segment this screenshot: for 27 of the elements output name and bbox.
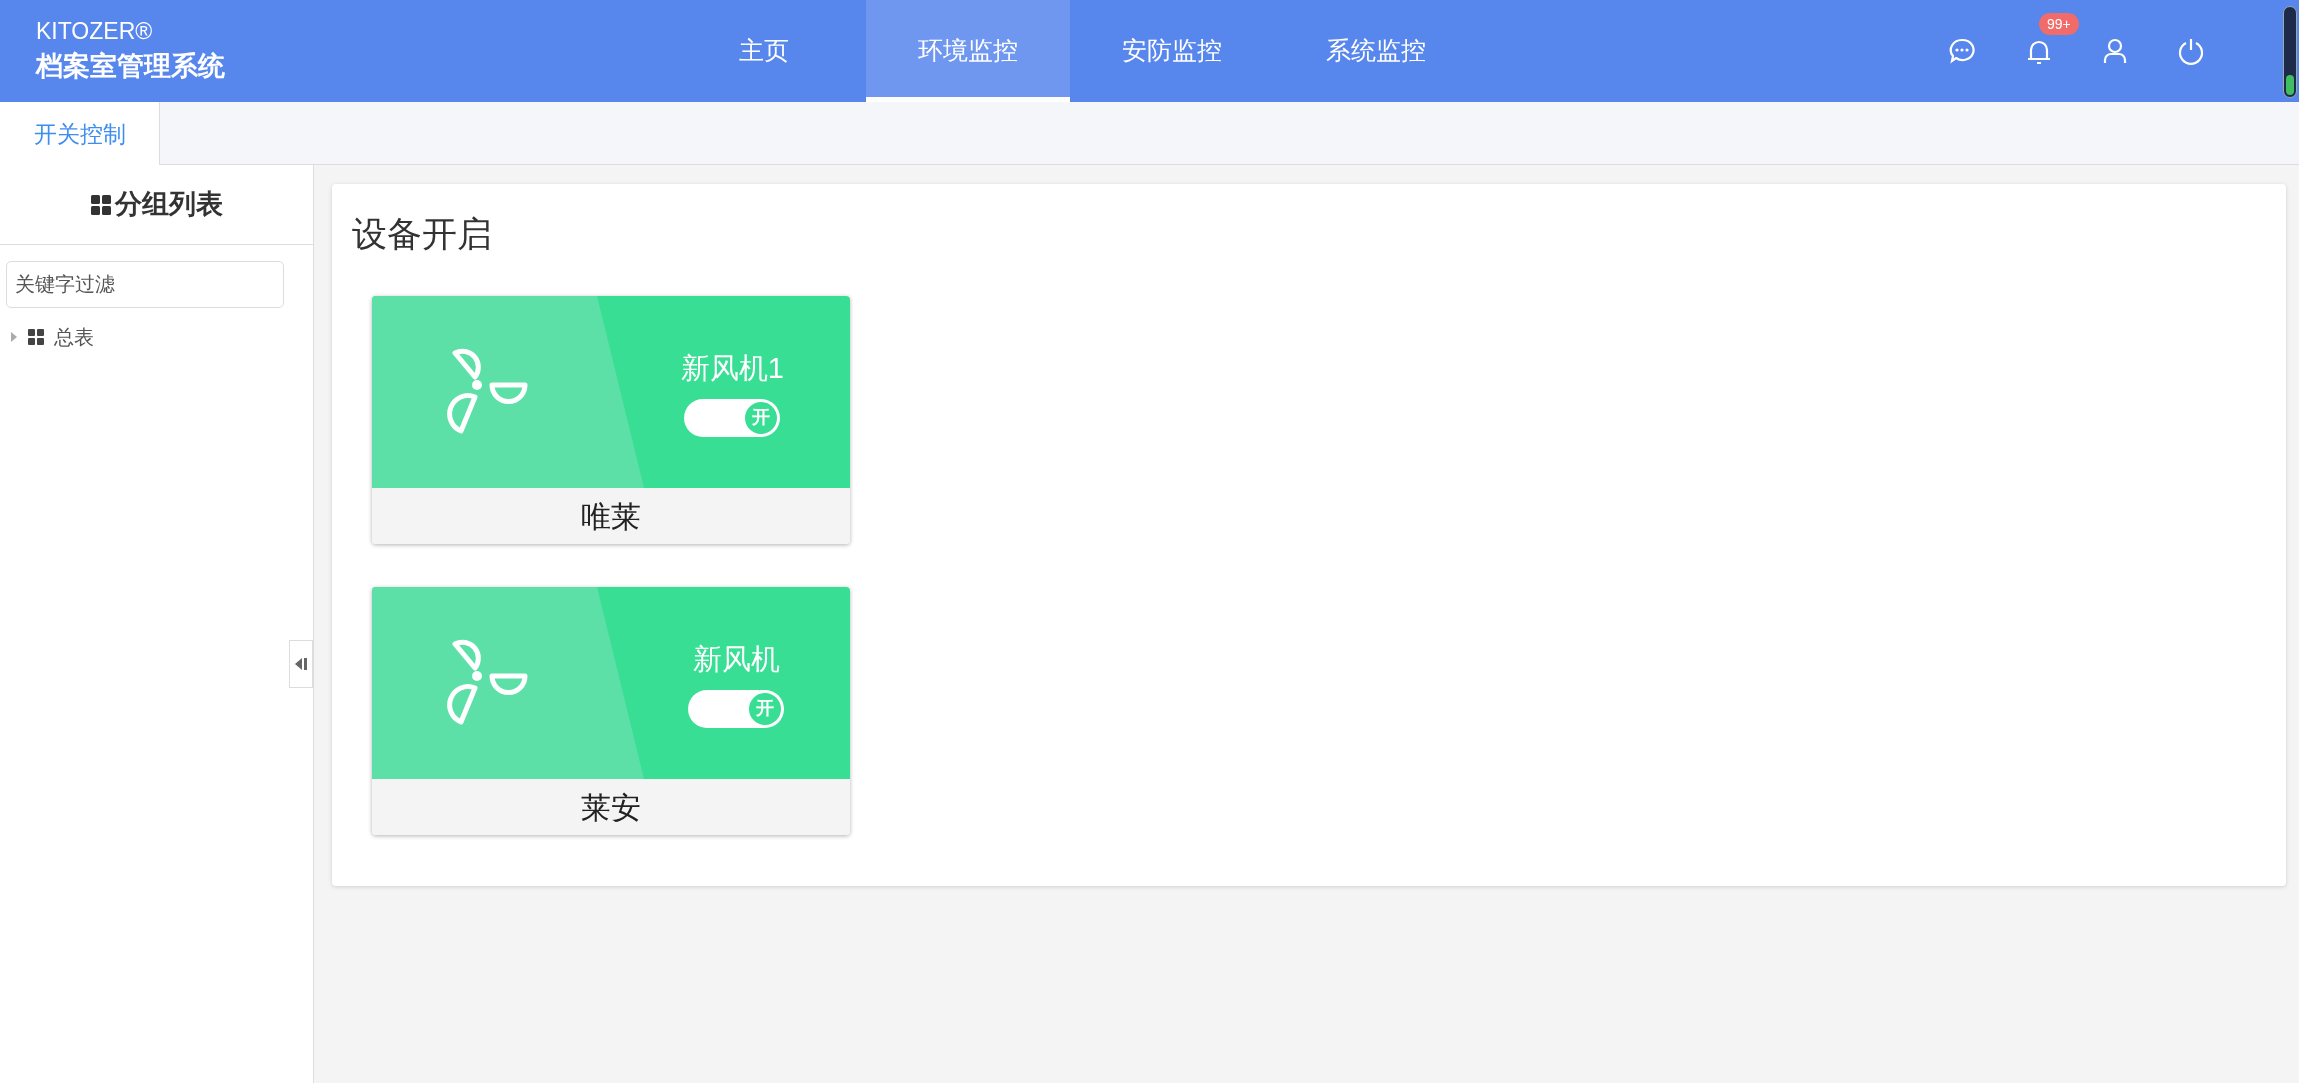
nav-tab[interactable]: 环境监控 <box>866 0 1070 102</box>
nav-tab[interactable]: 系统监控 <box>1274 0 1478 102</box>
caret-icon[interactable] <box>10 332 18 342</box>
group-name: 唯莱 <box>372 488 850 544</box>
switch-label: 开 <box>743 399 780 436</box>
power-icon[interactable] <box>2177 37 2205 65</box>
filter-field[interactable]: 关键字过滤 <box>6 261 284 308</box>
notification-badge: 99+ <box>2039 13 2079 35</box>
user-icon[interactable] <box>2102 37 2128 65</box>
panel-title: 设备开启 <box>352 213 493 255</box>
sidebar-title: 分组列表 <box>115 188 223 222</box>
grid-icon <box>28 329 44 345</box>
collapse-button[interactable] <box>289 640 313 688</box>
device-name: 新风机 <box>692 642 780 678</box>
nav-tab[interactable]: 安防监控 <box>1070 0 1274 102</box>
switch-label: 开 <box>747 690 783 727</box>
chat-icon[interactable] <box>1948 37 1976 65</box>
brand-name: KITOZER® <box>36 17 154 46</box>
collapse-icon <box>295 657 307 671</box>
group-name: 莱安 <box>372 779 850 835</box>
scrollbar[interactable] <box>2283 6 2297 98</box>
device-name: 新风机1 <box>680 351 784 387</box>
nav-tab[interactable]: 主页 <box>662 0 866 102</box>
app-title: 档案室管理系统 <box>36 50 226 83</box>
grid-icon <box>90 193 112 216</box>
tab[interactable]: 开关控制 <box>0 102 160 166</box>
tree-item[interactable]: 总表 <box>54 322 94 352</box>
